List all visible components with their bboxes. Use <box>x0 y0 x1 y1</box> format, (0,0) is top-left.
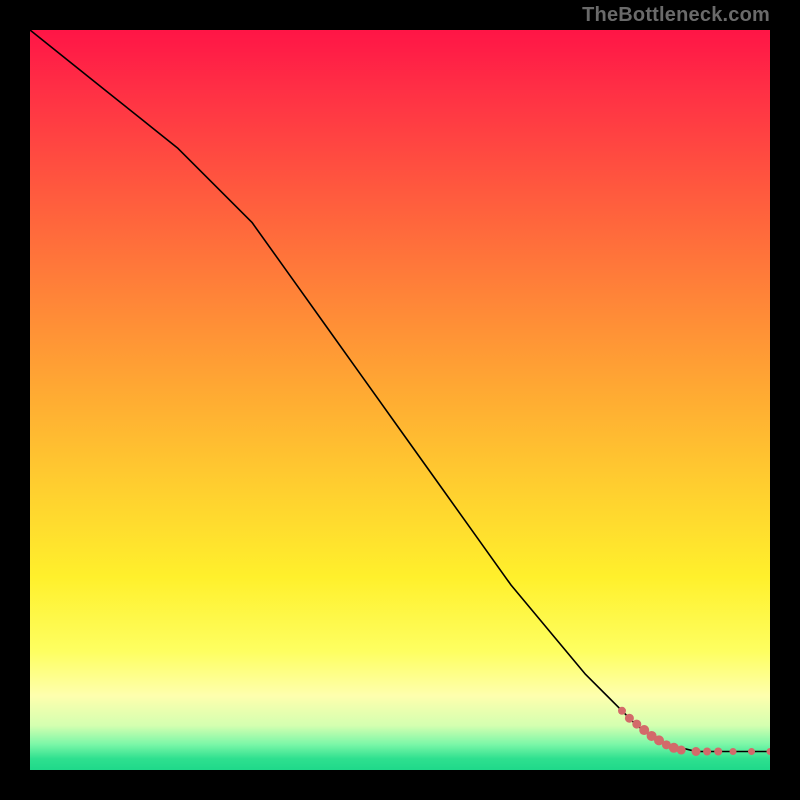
watermark-text: TheBottleneck.com <box>582 4 770 27</box>
chart-frame: TheBottleneck.com <box>0 0 800 800</box>
marker-dot <box>703 748 711 756</box>
marker-dot <box>767 748 771 755</box>
marker-dot <box>714 748 722 756</box>
chart-overlay <box>30 30 770 770</box>
marker-dot <box>748 748 755 755</box>
marker-dot <box>618 707 626 715</box>
plot-area <box>30 30 770 770</box>
bottleneck-curve <box>30 30 770 752</box>
marker-dot <box>677 746 686 755</box>
marker-dot <box>730 748 737 755</box>
marker-dot <box>632 720 641 729</box>
recommended-range-markers <box>618 707 770 756</box>
marker-dot <box>692 747 701 756</box>
marker-dot <box>625 714 634 723</box>
